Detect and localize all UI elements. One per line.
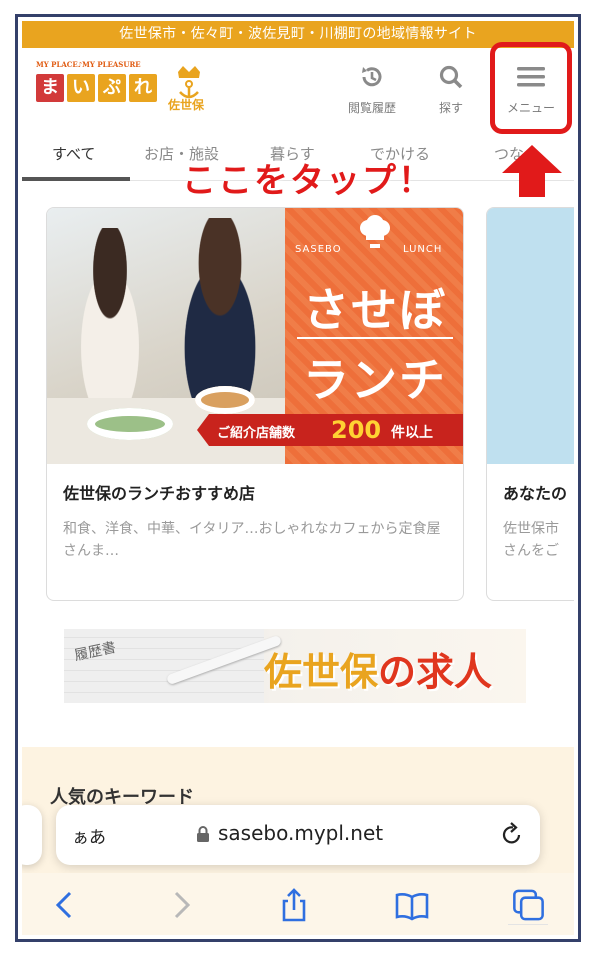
url-text: sasebo.mypl.net bbox=[218, 821, 384, 845]
card-description-line: 佐世保市 bbox=[503, 521, 559, 537]
card-description: 佐世保市 さんをご bbox=[503, 518, 574, 562]
tab-all[interactable]: すべて bbox=[52, 139, 95, 181]
history-button[interactable]: 閲覧履歴 bbox=[341, 64, 403, 116]
logo-city: 佐世保 bbox=[168, 98, 205, 112]
history-icon bbox=[362, 67, 382, 87]
promo-tag-right: LUNCH bbox=[403, 244, 443, 255]
logo-tile: ぷ bbox=[98, 74, 126, 102]
promo-headline-2: ランチ bbox=[303, 353, 447, 407]
sasebo-jobs-banner[interactable]: 履歴書 佐世保の求人 bbox=[64, 629, 526, 703]
plate-image bbox=[195, 386, 255, 414]
text-size-button[interactable]: ぁあ bbox=[72, 823, 106, 848]
search-button[interactable]: 探す bbox=[426, 64, 476, 116]
card-description-line: さんをご bbox=[503, 543, 559, 559]
history-label: 閲覧履歴 bbox=[347, 101, 396, 115]
logo-tagline: MY PLACE♪MY PLEASURE bbox=[36, 60, 141, 69]
person-image bbox=[65, 228, 155, 398]
browser-toolbar bbox=[22, 873, 574, 935]
lock-icon bbox=[197, 826, 209, 842]
promo-headline-1: させぼ bbox=[303, 283, 447, 337]
card-description: 和食、洋食、中華、イタリア…おしゃれなカフェから定食屋さんま… bbox=[63, 521, 441, 559]
screenshot-frame: 佐世保市・佐々町・波佐見町・川棚町の地域情報サイト MY PLACE♪MY PL… bbox=[15, 14, 581, 942]
chef-hat-icon bbox=[360, 215, 390, 248]
share-icon[interactable] bbox=[274, 885, 314, 925]
promo-tag-left: SASEBO bbox=[295, 244, 342, 255]
plate-image bbox=[87, 408, 173, 440]
jobs-title-part: 求人 bbox=[416, 650, 493, 694]
menu-highlight-box bbox=[490, 42, 572, 134]
previous-tab-bar-edge[interactable] bbox=[22, 805, 42, 865]
person-image bbox=[165, 218, 275, 398]
site-logo[interactable]: MY PLACE♪MY PLEASURE ま い ぷ れ 佐世保 bbox=[36, 60, 216, 118]
search-icon bbox=[439, 65, 463, 89]
jobs-banner-title: 佐世保の求人 bbox=[264, 641, 492, 696]
address-bar[interactable]: ぁあ sasebo.mypl.net bbox=[56, 805, 540, 865]
logo-tile: れ bbox=[129, 74, 157, 102]
tabs-icon[interactable] bbox=[508, 885, 548, 925]
ribbon-count: 200 bbox=[331, 416, 382, 444]
jobs-title-part: 佐世保 bbox=[264, 650, 379, 694]
promo-divider bbox=[297, 337, 453, 339]
ribbon-prefix: ご紹介店舗数 bbox=[217, 426, 296, 441]
logo-tile: い bbox=[67, 74, 95, 102]
logo-tile: ま bbox=[36, 74, 64, 102]
browser-address-area: ぁあ sasebo.mypl.net bbox=[22, 803, 574, 873]
phone-screen: 佐世保市・佐々町・波佐見町・川棚町の地域情報サイト MY PLACE♪MY PL… bbox=[22, 21, 574, 935]
ribbon-suffix: 件以上 bbox=[391, 425, 433, 441]
second-article-card[interactable]: あなたの 佐世保市 さんをご bbox=[486, 207, 574, 601]
bookmarks-icon[interactable] bbox=[392, 885, 432, 925]
reload-icon[interactable] bbox=[500, 821, 524, 847]
lunch-article-card[interactable]: SASEBO LUNCH させぼ ランチ ご紹介店舗数 200 件以上 佐世保の… bbox=[46, 207, 464, 601]
card-title: あなたの bbox=[503, 484, 568, 503]
card-title: 佐世保のランチおすすめ店 bbox=[63, 484, 256, 503]
tap-here-callout: ここをタップ！ bbox=[182, 161, 434, 201]
jobs-title-part: の bbox=[378, 650, 417, 694]
lunch-banner-image: SASEBO LUNCH させぼ ランチ ご紹介店舗数 200 件以上 bbox=[47, 208, 463, 464]
active-tab-indicator bbox=[22, 177, 130, 181]
forward-icon[interactable] bbox=[160, 885, 200, 925]
back-icon[interactable] bbox=[46, 885, 86, 925]
store-count-ribbon: ご紹介店舗数 200 件以上 bbox=[197, 414, 463, 446]
up-arrow-icon bbox=[502, 145, 562, 197]
search-label: 探す bbox=[438, 101, 463, 115]
site-tagline-bar: 佐世保市・佐々町・波佐見町・川棚町の地域情報サイト bbox=[22, 21, 574, 48]
second-card-image bbox=[487, 208, 574, 464]
logo-tiles: ま い ぷ れ bbox=[36, 74, 157, 102]
